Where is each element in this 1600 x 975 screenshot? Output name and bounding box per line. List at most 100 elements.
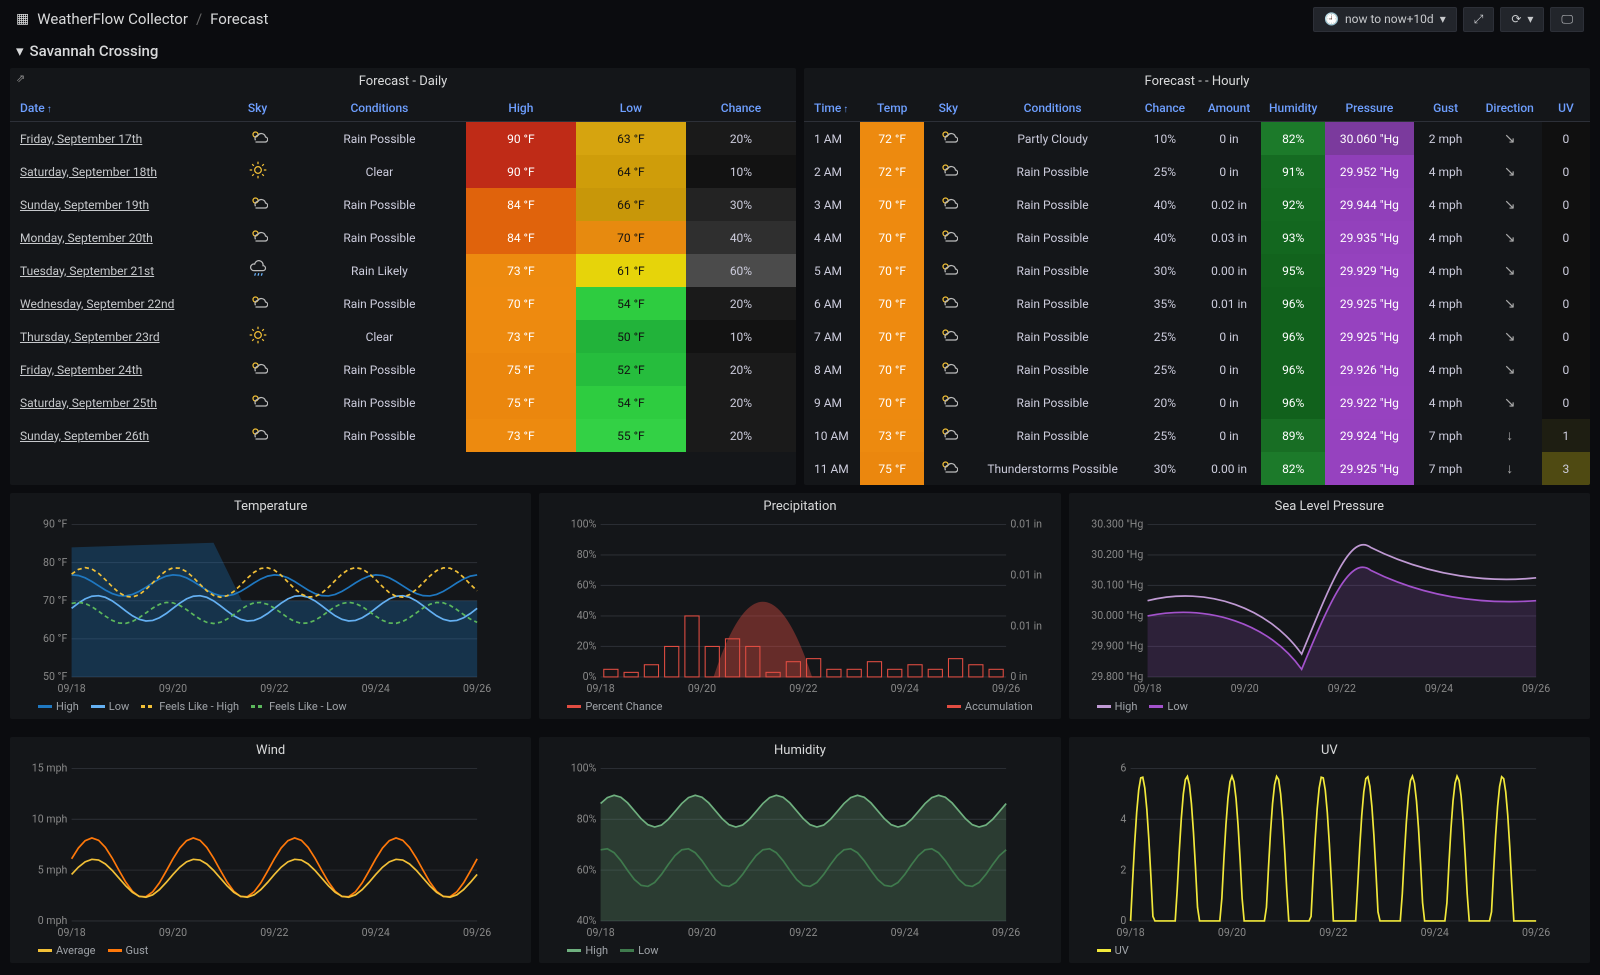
col-date[interactable]: Date↑: [10, 95, 222, 122]
sky-icon: [924, 320, 972, 353]
clock-icon: 🕘: [1324, 12, 1339, 26]
date-link[interactable]: Thursday, September 23rd: [10, 320, 222, 353]
legend-item[interactable]: Low: [620, 944, 658, 957]
high-cell: 75 °F: [466, 386, 576, 419]
col-amount[interactable]: Amount: [1197, 95, 1261, 122]
legend-item[interactable]: Low: [91, 700, 129, 713]
panel-wind: Wind 0 mph5 mph10 mph15 mph09/1809/2009/…: [10, 737, 531, 963]
legend-item[interactable]: Low: [1149, 700, 1187, 713]
col-chance[interactable]: Chance: [1133, 95, 1197, 122]
legend-item[interactable]: Feels Like - Low: [251, 700, 347, 713]
chart-body[interactable]: 50 °F60 °F70 °F80 °F90 °F09/1809/2009/22…: [10, 516, 531, 696]
svg-text:09/20: 09/20: [688, 682, 716, 695]
legend-item[interactable]: High: [1097, 700, 1138, 713]
direction-cell: ↓: [1478, 452, 1542, 485]
time-cell: 1 AM: [804, 122, 860, 156]
chance-cell: 20%: [686, 419, 796, 452]
col-time[interactable]: Time↑: [804, 95, 860, 122]
chance-cell: 25%: [1133, 155, 1197, 188]
breadcrumb-page[interactable]: Forecast: [210, 10, 268, 28]
conditions-cell: Thunderstorms Possible: [972, 452, 1132, 485]
col-direction[interactable]: Direction: [1478, 95, 1542, 122]
chance-cell: 35%: [1133, 287, 1197, 320]
humidity-cell: 91%: [1261, 155, 1325, 188]
date-link[interactable]: Friday, September 24th: [10, 353, 222, 386]
date-link[interactable]: Sunday, September 19th: [10, 188, 222, 221]
uv-cell: 3: [1542, 452, 1590, 485]
temp-cell: 70 °F: [860, 221, 924, 254]
legend-item[interactable]: Feels Like - High: [141, 700, 239, 713]
svg-text:09/24: 09/24: [1425, 682, 1453, 695]
legend-item[interactable]: High: [38, 700, 79, 713]
svg-text:80%: 80%: [577, 548, 597, 561]
tv-mode-button[interactable]: 🖵: [1550, 7, 1584, 32]
section-toggle[interactable]: ▾ Savannah Crossing: [0, 38, 1600, 68]
chance-cell: 20%: [686, 287, 796, 320]
col-pressure[interactable]: Pressure: [1325, 95, 1413, 122]
pressure-cell: 29.952 "Hg: [1325, 155, 1413, 188]
col-uv[interactable]: UV: [1542, 95, 1590, 122]
panel-humidity: Humidity 40%60%80%100%09/1809/2009/2209/…: [539, 737, 1060, 963]
col-temp[interactable]: Temp: [860, 95, 924, 122]
legend-item[interactable]: UV: [1097, 944, 1129, 957]
low-cell: 54 °F: [576, 386, 686, 419]
timepicker-button[interactable]: 🕘 now to now+10d ▾: [1313, 7, 1457, 32]
external-link-icon[interactable]: ⇗: [16, 72, 25, 85]
chart-body[interactable]: 0%20%40%60%80%100%0 in0.01 in0.01 in0.01…: [539, 516, 1060, 696]
zoom-out-button[interactable]: ⤢: [1463, 7, 1495, 32]
chart-body[interactable]: 29.800 "Hg29.900 "Hg30.000 "Hg30.100 "Hg…: [1069, 516, 1590, 696]
svg-text:70 °F: 70 °F: [43, 594, 67, 607]
date-link[interactable]: Tuesday, September 21st: [10, 254, 222, 287]
temp-cell: 70 °F: [860, 320, 924, 353]
legend-item[interactable]: High: [567, 944, 608, 957]
temp-cell: 72 °F: [860, 122, 924, 156]
high-cell: 73 °F: [466, 254, 576, 287]
sky-icon: [222, 386, 293, 419]
date-link[interactable]: Sunday, September 26th: [10, 419, 222, 452]
svg-text:09/24: 09/24: [1420, 926, 1448, 939]
refresh-button[interactable]: ⟳▾: [1500, 7, 1544, 32]
col-sky[interactable]: Sky: [924, 95, 972, 122]
col-gust[interactable]: Gust: [1414, 95, 1478, 122]
dashboard-icon[interactable]: ▦: [16, 11, 29, 27]
conditions-cell: Partly Cloudy: [972, 122, 1132, 156]
date-link[interactable]: Wednesday, September 22nd: [10, 287, 222, 320]
col-conditions[interactable]: Conditions: [972, 95, 1132, 122]
legend-item[interactable]: Average: [38, 944, 96, 957]
date-link[interactable]: Monday, September 20th: [10, 221, 222, 254]
legend-item[interactable]: Percent Chance: [567, 700, 662, 713]
legend-item[interactable]: Accumulation: [947, 700, 1033, 713]
chart-body[interactable]: 40%60%80%100%09/1809/2009/2209/2409/26: [539, 760, 1060, 940]
gust-cell: 4 mph: [1414, 320, 1478, 353]
date-link[interactable]: Saturday, September 18th: [10, 155, 222, 188]
humidity-cell: 82%: [1261, 452, 1325, 485]
table-row: 11 AM 75 °F Thunderstorms Possible 30% 0…: [804, 452, 1590, 485]
col-chance[interactable]: Chance: [686, 95, 796, 122]
breadcrumb-app[interactable]: WeatherFlow Collector: [37, 10, 188, 28]
col-high[interactable]: High: [466, 95, 576, 122]
high-cell: 75 °F: [466, 353, 576, 386]
col-sky[interactable]: Sky: [222, 95, 293, 122]
monitor-icon: 🖵: [1561, 12, 1573, 27]
col-humidity[interactable]: Humidity: [1261, 95, 1325, 122]
sky-icon: [222, 221, 293, 254]
col-conditions[interactable]: Conditions: [293, 95, 466, 122]
temp-cell: 70 °F: [860, 287, 924, 320]
uv-cell: 0: [1542, 221, 1590, 254]
svg-text:09/26: 09/26: [463, 682, 491, 695]
table-row: 7 AM 70 °F Rain Possible 25% 0 in 96% 29…: [804, 320, 1590, 353]
chart-body[interactable]: 024609/1809/2009/2209/2409/26: [1069, 760, 1590, 940]
sky-icon: [924, 122, 972, 156]
gust-cell: 7 mph: [1414, 419, 1478, 452]
date-link[interactable]: Saturday, September 25th: [10, 386, 222, 419]
high-cell: 84 °F: [466, 221, 576, 254]
sky-icon: [222, 320, 293, 353]
col-low[interactable]: Low: [576, 95, 686, 122]
chart-body[interactable]: 0 mph5 mph10 mph15 mph09/1809/2009/2209/…: [10, 760, 531, 940]
chance-cell: 30%: [1133, 254, 1197, 287]
date-link[interactable]: Friday, September 17th: [10, 122, 222, 156]
sky-icon: [924, 155, 972, 188]
svg-text:09/24: 09/24: [891, 682, 919, 695]
legend-item[interactable]: Gust: [108, 944, 149, 957]
humidity-cell: 96%: [1261, 287, 1325, 320]
